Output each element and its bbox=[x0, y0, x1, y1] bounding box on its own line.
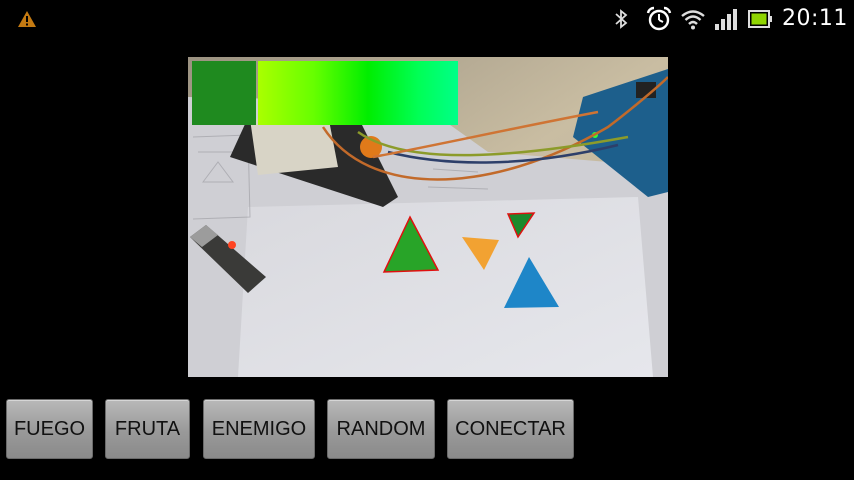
battery-icon bbox=[748, 10, 772, 28]
wifi-icon bbox=[681, 10, 705, 30]
random-button[interactable]: RANDOM bbox=[327, 399, 435, 459]
status-bar: 20:11 bbox=[0, 0, 854, 38]
fruta-button[interactable]: FRUTA bbox=[105, 399, 190, 459]
conectar-button[interactable]: CONECTAR bbox=[447, 399, 574, 459]
signal-icon bbox=[715, 9, 737, 30]
paper-sheet bbox=[238, 197, 653, 377]
selected-color-swatch bbox=[192, 61, 256, 125]
alarm-icon bbox=[646, 6, 672, 31]
enemigo-button[interactable]: ENEMIGO bbox=[203, 399, 315, 459]
fuego-button[interactable]: FUEGO bbox=[6, 399, 93, 459]
warning-icon bbox=[18, 11, 36, 27]
color-gradient-bar bbox=[258, 61, 458, 125]
bluetooth-icon bbox=[615, 9, 628, 29]
status-clock: 20:11 bbox=[782, 6, 848, 31]
